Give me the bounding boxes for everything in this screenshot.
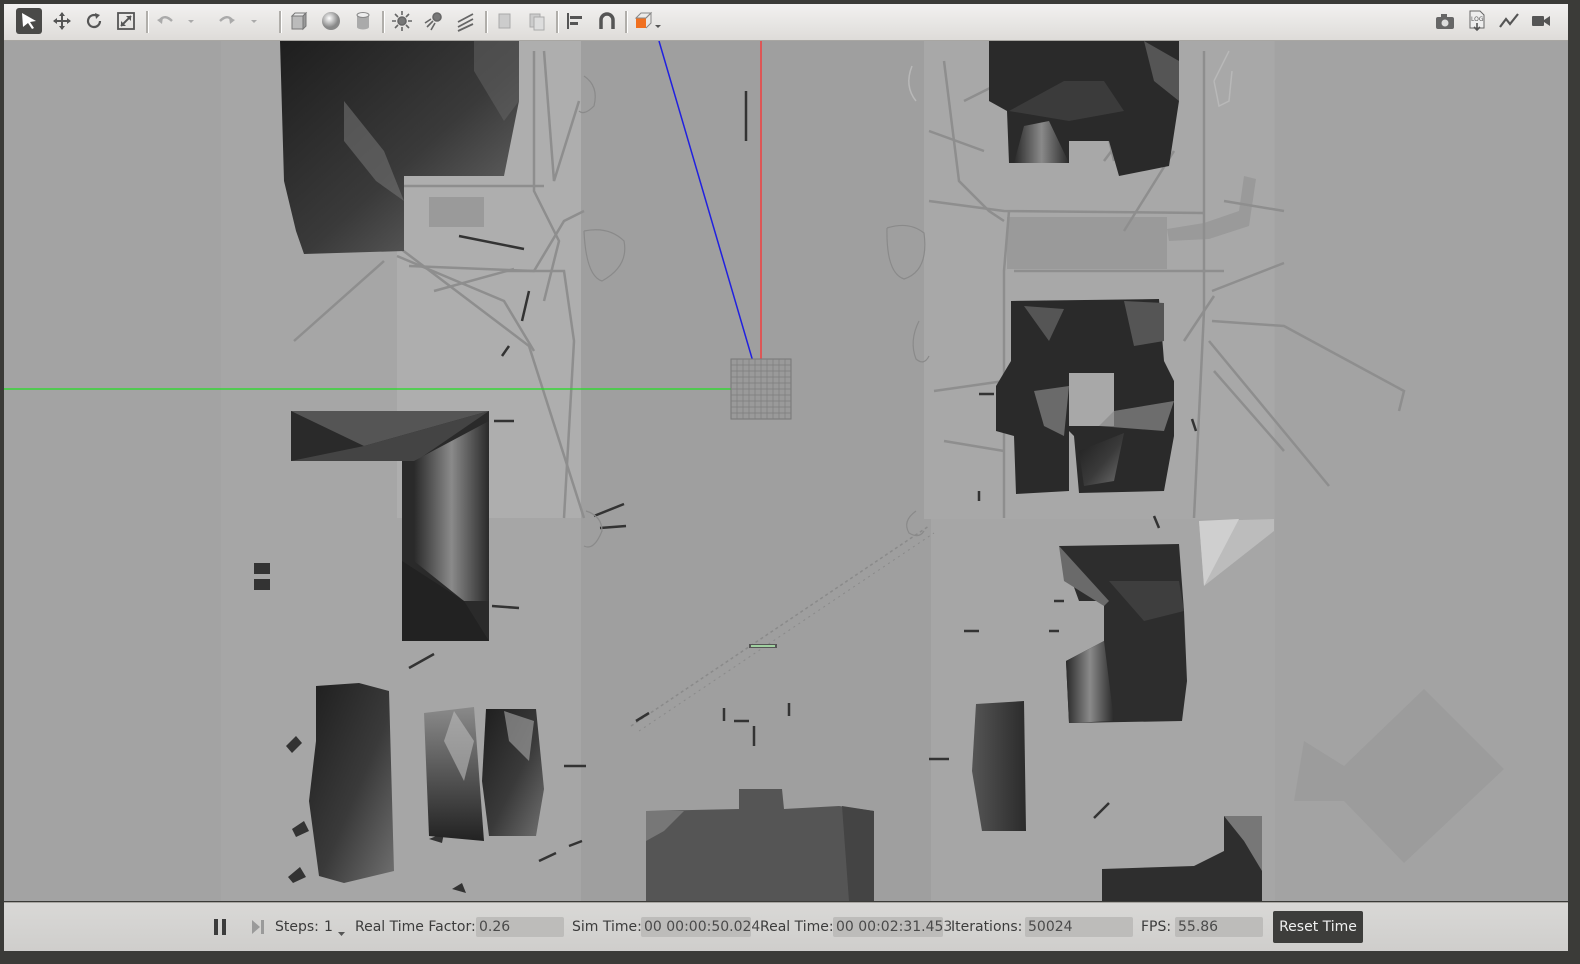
screenshot-icon[interactable]: [1432, 8, 1458, 34]
spot-light-icon[interactable]: [421, 8, 447, 34]
building-east-block: [996, 299, 1174, 494]
step-forward-icon[interactable]: [248, 917, 268, 937]
point-light-icon[interactable]: [389, 8, 415, 34]
svg-text:LOG: LOG: [1471, 16, 1484, 23]
align-icon[interactable]: [562, 8, 588, 34]
reset-time-button[interactable]: Reset Time: [1273, 911, 1363, 943]
time-panel: Steps: 1 Real Time Factor: 0.26 Sim Time…: [4, 902, 1568, 951]
real-time-field: 00 00:02:31.453: [833, 917, 952, 937]
sim-time-label: Sim Time:: [572, 919, 642, 935]
translate-mode-icon[interactable]: [49, 8, 75, 34]
undo-icon[interactable]: [152, 8, 178, 34]
snap-magnet-icon[interactable]: [594, 8, 620, 34]
rotate-mode-icon[interactable]: [81, 8, 107, 34]
fps-label: FPS:: [1141, 919, 1172, 935]
real-time-label: Real Time:: [760, 919, 834, 935]
steps-label: Steps:: [275, 919, 319, 935]
main-toolbar: LOG: [4, 4, 1568, 41]
sphere-shape-icon[interactable]: [318, 8, 344, 34]
pause-icon[interactable]: [210, 917, 230, 937]
cylinder-shape-icon[interactable]: [350, 8, 376, 34]
scene-viewport[interactable]: [4, 41, 1568, 901]
select-mode-icon[interactable]: [16, 8, 42, 34]
steps-value[interactable]: 1: [324, 919, 333, 935]
box-shape-icon[interactable]: [286, 8, 312, 34]
gazebo-window: LOG Steps: 1 Real Time Factor: 0.26 Sim …: [0, 0, 1580, 964]
redo-icon[interactable]: [214, 8, 240, 34]
log-icon[interactable]: LOG: [1464, 8, 1490, 34]
redo-history-icon[interactable]: [247, 8, 261, 34]
central-plaza: [581, 41, 931, 901]
undo-history-icon[interactable]: [184, 8, 198, 34]
paste-icon[interactable]: [524, 8, 550, 34]
record-video-icon[interactable]: [1528, 8, 1554, 34]
sim-time-field: 00 00:00:50.024: [641, 917, 760, 937]
copy-icon[interactable]: [492, 8, 518, 34]
origin-grid: [730, 358, 792, 420]
fps-field: 55.86: [1175, 917, 1263, 937]
view-angle-icon[interactable]: [632, 8, 664, 34]
iterations-label: Iterations:: [951, 919, 1023, 935]
iterations-field: 50024: [1025, 917, 1133, 937]
directional-light-icon[interactable]: [453, 8, 479, 34]
real-time-factor-label: Real Time Factor:: [355, 919, 476, 935]
steps-dropdown-icon[interactable]: [337, 925, 346, 941]
real-time-factor-field: 0.26: [476, 917, 564, 937]
robot-model: [749, 644, 777, 648]
scale-mode-icon[interactable]: [113, 8, 139, 34]
plot-icon[interactable]: [1496, 8, 1522, 34]
